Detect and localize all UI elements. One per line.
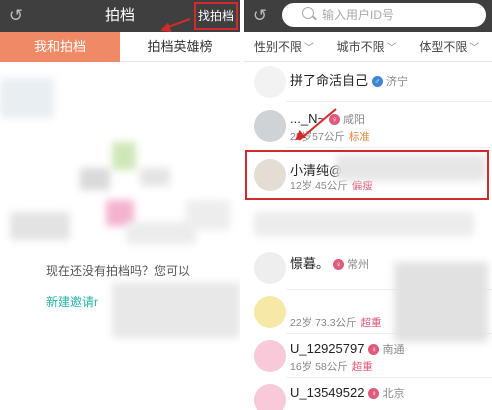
blurred-block xyxy=(112,282,240,338)
blurred-block xyxy=(140,168,170,186)
user-city: 济宁 xyxy=(386,76,409,88)
body-type-filter[interactable]: 体型不限 ﹀ xyxy=(409,32,492,61)
user-stats-line: 22岁 73.3公斤 超重 xyxy=(290,315,382,330)
list-item[interactable]: ..._N~ ♀ 咸阳 25岁57公斤 标准 xyxy=(244,104,492,148)
city-filter[interactable]: 城市不限 ﹀ xyxy=(327,32,410,61)
tab-my-partners[interactable]: 我和拍档 xyxy=(0,32,120,62)
gender-badge: ♀ xyxy=(368,344,380,355)
user-city: 南通 xyxy=(382,344,405,356)
avatar xyxy=(254,384,286,410)
gender-badge: ♀ xyxy=(329,114,341,125)
blurred-block xyxy=(254,212,474,236)
chevron-down-icon: ﹀ xyxy=(304,43,315,54)
avatar xyxy=(254,296,286,328)
header-bar: ↺ 输入用户ID号 xyxy=(244,0,492,32)
chevron-down-icon: ﹀ xyxy=(469,43,480,54)
avatar xyxy=(254,110,286,142)
user-stats: 22岁 73.3公斤 xyxy=(290,317,357,329)
list-item[interactable]: 拼了命活自己 ♂ 济宁 xyxy=(244,62,492,102)
user-name-line: U_13549522 ♀ 北京 xyxy=(290,385,404,401)
gender-filter[interactable]: 性别不限 ﹀ xyxy=(244,32,327,61)
filter-label: 体型不限 xyxy=(419,40,468,54)
user-name-line: 拼了命活自己 ♂ 济宁 xyxy=(290,70,408,89)
gender-badge: ♂ xyxy=(372,76,384,87)
user-name: U_12925797 xyxy=(290,341,365,356)
blurred-block xyxy=(394,262,488,342)
user-city: 常州 xyxy=(347,259,370,271)
filter-label: 性别不限 xyxy=(254,40,303,54)
filter-bar: 性别不限 ﹀ 城市不限 ﹀ 体型不限 ﹀ xyxy=(244,32,492,62)
find-partner-button[interactable]: 找拍档 xyxy=(194,2,238,30)
avatar xyxy=(254,340,286,372)
body-type-tag: 超重 xyxy=(351,361,373,373)
body-type-tag: 标准 xyxy=(348,131,370,143)
annotation-highlight-box xyxy=(245,150,489,200)
user-city: 咸阳 xyxy=(343,114,366,126)
user-city: 北京 xyxy=(382,388,405,400)
body-type-tag: 超重 xyxy=(360,317,382,329)
user-stats-line: 16岁 58公斤 超重 xyxy=(290,359,373,374)
user-stats: 16岁 58公斤 xyxy=(290,361,348,373)
back-icon[interactable]: ↺ xyxy=(250,6,270,26)
tab-bar: 我和拍档 拍档英雄榜 xyxy=(0,32,240,62)
header-bar: ↺ 拍档 找拍档 xyxy=(0,0,240,32)
user-name-line: 憬暮。 ♀ 常州 xyxy=(290,253,369,272)
blurred-block xyxy=(112,142,136,170)
blurred-block xyxy=(0,78,54,118)
new-invite-link[interactable]: 新建邀请r xyxy=(46,293,98,310)
user-name: U_13549522 xyxy=(290,385,365,400)
avatar xyxy=(254,66,286,98)
partner-panel: ↺ 拍档 找拍档 我和拍档 拍档英雄榜 现在还没有拍档吗？您可以 新建邀请r xyxy=(0,0,240,410)
search-placeholder: 输入用户ID号 xyxy=(322,8,395,22)
empty-state-text: 现在还没有拍档吗？您可以 xyxy=(46,264,191,278)
tab-partner-leaderboard[interactable]: 拍档英雄榜 xyxy=(120,32,240,62)
user-name: 拼了命活自己 xyxy=(290,73,369,88)
search-input[interactable]: 输入用户ID号 xyxy=(282,3,486,27)
chevron-down-icon: ﹀ xyxy=(386,43,397,54)
gender-badge: ♀ xyxy=(368,388,380,399)
blurred-block xyxy=(186,200,230,230)
blurred-block xyxy=(80,168,110,190)
user-name-line: U_12925797 ♀ 南通 xyxy=(290,341,404,357)
search-icon xyxy=(302,7,314,19)
list-item[interactable]: U_13549522 ♀ 北京 xyxy=(244,378,492,410)
avatar xyxy=(254,252,286,284)
find-partner-panel: ↺ 输入用户ID号 性别不限 ﹀ 城市不限 ﹀ 体型不限 ﹀ 拼了命活自己 ♂ 济宁 ..… xyxy=(244,0,492,410)
blurred-block xyxy=(10,212,70,240)
user-name: 憬暮。 xyxy=(290,256,330,271)
gender-badge: ♀ xyxy=(333,259,345,270)
filter-label: 城市不限 xyxy=(336,40,385,54)
